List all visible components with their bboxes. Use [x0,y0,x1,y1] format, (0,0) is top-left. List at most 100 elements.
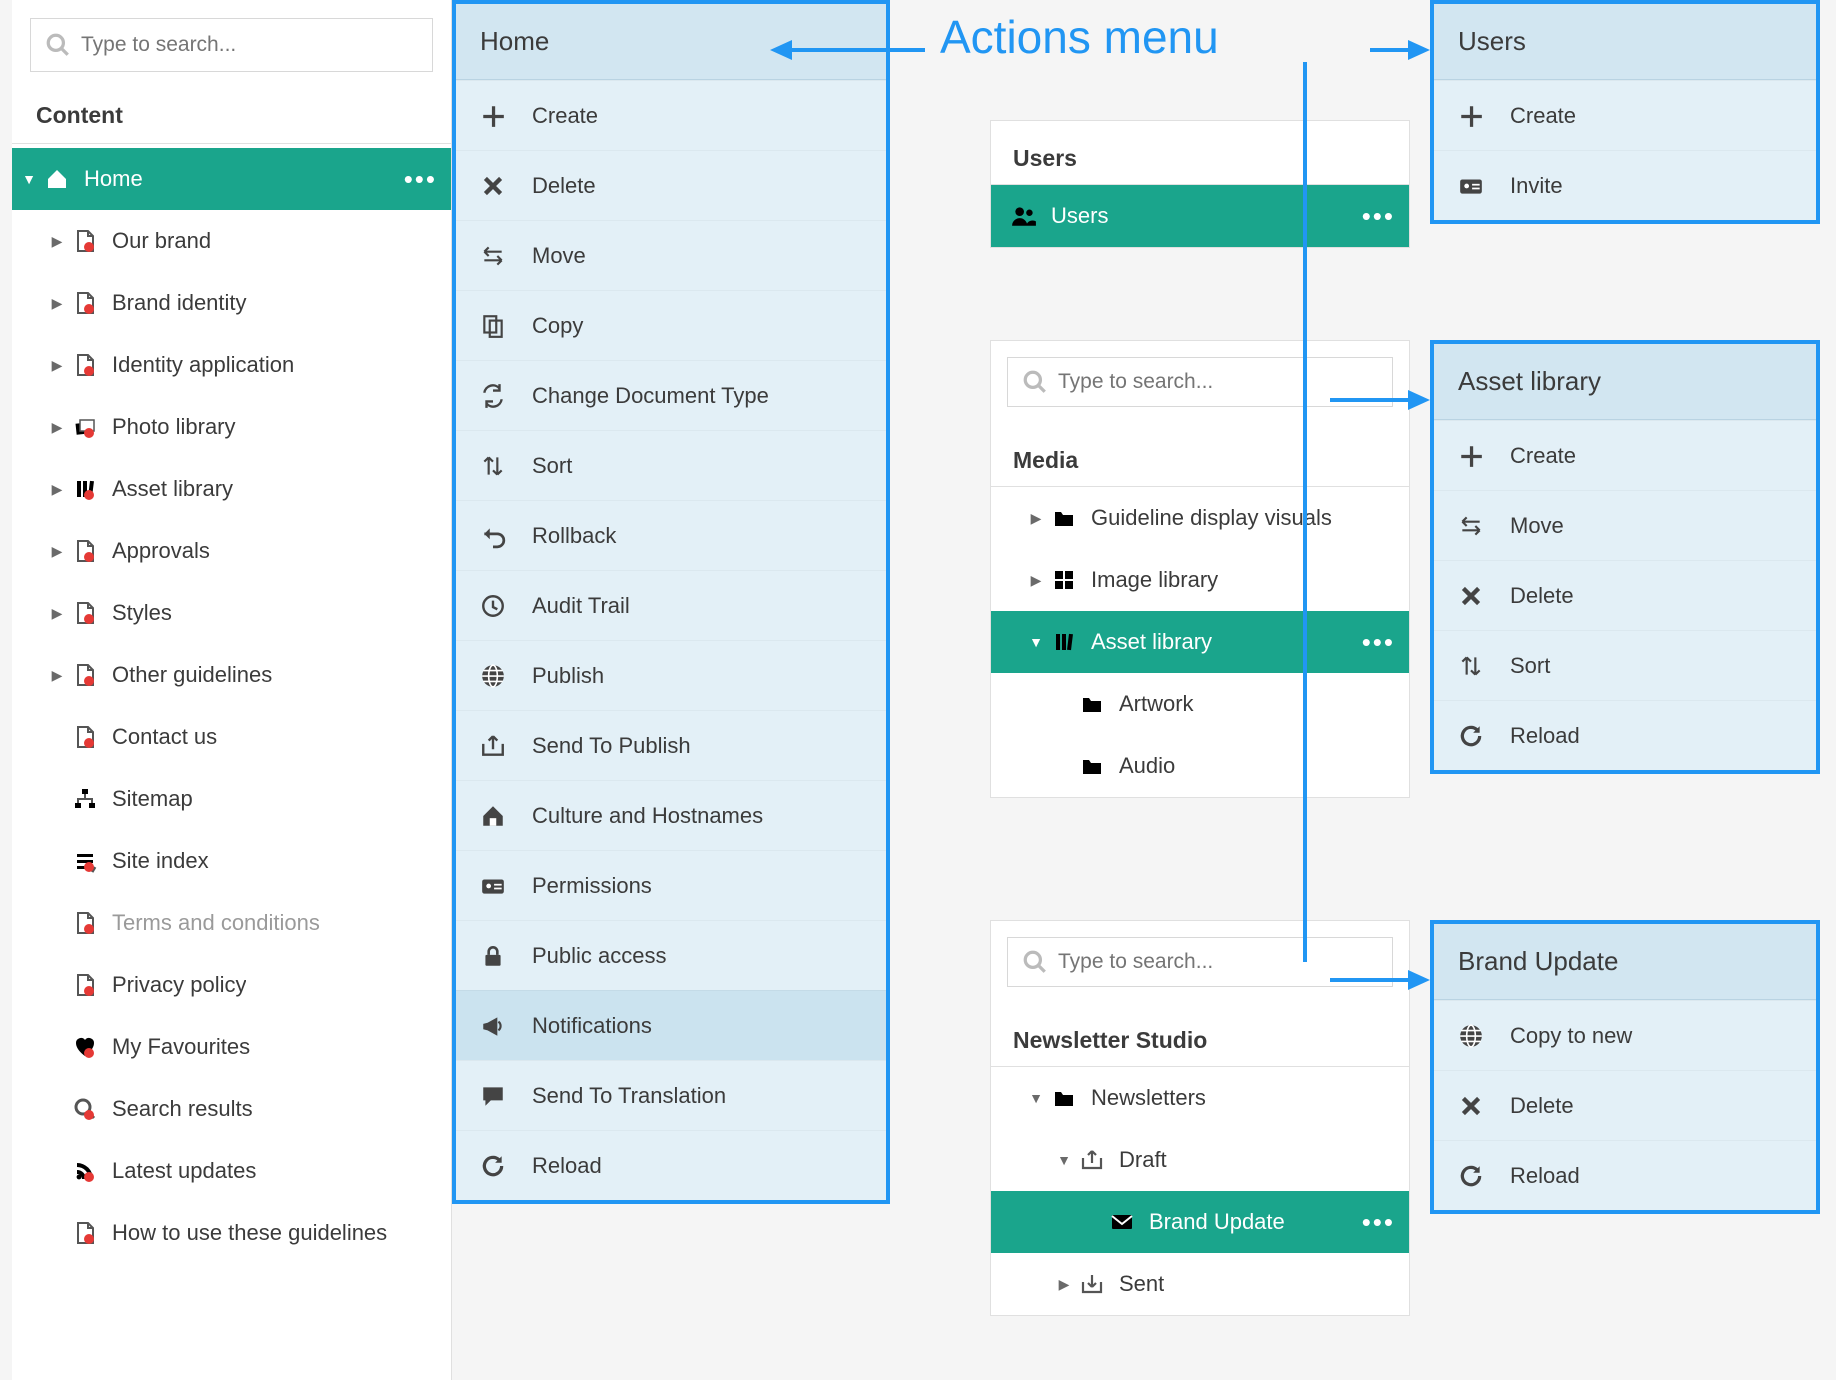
menu-item-reload[interactable]: Reload [1434,1140,1816,1210]
tree-label: Styles [112,600,172,626]
menu-item-send-to-publish[interactable]: Send To Publish [456,710,886,780]
search-icon [70,1097,100,1121]
folder-icon [1077,692,1107,716]
tree-item[interactable]: Search results [12,1078,451,1140]
caret-icon: ▶ [1051,1276,1077,1293]
tree-item[interactable]: ▶Identity application [12,334,451,396]
menu-item-label: Send To Publish [532,733,691,759]
arrow-connector [1275,62,1335,982]
tree-label: Users [1051,203,1108,229]
menu-item-copy-to-new[interactable]: Copy to new [1434,1000,1816,1070]
tree-item[interactable]: ▶Sent [991,1253,1409,1315]
tree-home[interactable]: ▼ Home ••• [12,148,451,210]
menu-item-label: Public access [532,943,667,969]
menu-item-reload[interactable]: Reload [456,1130,886,1200]
idcard-icon [480,873,506,899]
menu-item-culture-and-hostnames[interactable]: Culture and Hostnames [456,780,886,850]
actions-dots[interactable]: ••• [404,164,437,195]
tree-item[interactable]: Contact us [12,706,451,768]
megaphone-icon [480,1013,506,1039]
actions-dots[interactable]: ••• [1362,1207,1395,1238]
house-icon [480,803,506,829]
tree-item[interactable]: ▶Styles [12,582,451,644]
clock-icon [480,593,506,619]
actions-menu-users: Users CreateInvite [1430,0,1820,224]
menu-item-notifications[interactable]: Notifications [456,990,886,1060]
menu-item-create[interactable]: Create [456,80,886,150]
menu-item-rollback[interactable]: Rollback [456,500,886,570]
tree-label: Approvals [112,538,210,564]
actions-dots[interactable]: ••• [1362,201,1395,232]
tree-item[interactable]: ▶Photo library [12,396,451,458]
menu-item-delete[interactable]: Delete [456,150,886,220]
menu-item-label: Create [532,103,598,129]
menu-item-invite[interactable]: Invite [1434,150,1816,220]
users-icon [1009,203,1039,229]
menu-item-label: Rollback [532,523,616,549]
arrow-right-asset [1330,380,1430,420]
tree-item[interactable]: My Favourites [12,1016,451,1078]
tree-item[interactable]: ▶Approvals [12,520,451,582]
tree-label: How to use these guidelines [112,1220,387,1246]
tree-item[interactable]: ▶Image library [991,549,1409,611]
x-icon [480,173,506,199]
tree-label: Photo library [112,414,236,440]
caret-icon: ▶ [1023,572,1049,589]
arrow-right-users [1370,30,1430,70]
menu-item-label: Copy [532,313,583,339]
menu-item-public-access[interactable]: Public access [456,920,886,990]
menu-item-move[interactable]: Move [456,220,886,290]
menu-item-reload[interactable]: Reload [1434,700,1816,770]
tree-item[interactable]: ▼Newsletters [991,1067,1409,1129]
tree-item[interactable]: Artwork [991,673,1409,735]
menu-item-permissions[interactable]: Permissions [456,850,886,920]
menu-item-create[interactable]: Create [1434,80,1816,150]
menu-item-publish[interactable]: Publish [456,640,886,710]
caret-icon: ▼ [1051,1152,1077,1168]
tree-item[interactable]: Privacy policy [12,954,451,1016]
tree-item[interactable]: Sitemap [12,768,451,830]
tree-label: Identity application [112,352,294,378]
doc-icon [70,911,100,935]
menu-item-copy[interactable]: Copy [456,290,886,360]
tree-label: Sitemap [112,786,193,812]
menu-item-create[interactable]: Create [1434,420,1816,490]
menu-item-send-to-translation[interactable]: Send To Translation [456,1060,886,1130]
menu-item-sort[interactable]: Sort [1434,630,1816,700]
search-input[interactable] [79,32,418,58]
menu-item-sort[interactable]: Sort [456,430,886,500]
tree-label: Search results [112,1096,253,1122]
tree-item[interactable]: ▶Asset library [12,458,451,520]
tree-item[interactable]: ▶Guideline display visuals [991,487,1409,549]
globe-icon [480,663,506,689]
tree-users[interactable]: Users ••• [991,185,1409,247]
tree-item[interactable]: How to use these guidelines [12,1202,451,1264]
tree-label: Home [84,166,143,192]
menu-item-move[interactable]: Move [1434,490,1816,560]
menu-item-delete[interactable]: Delete [1434,560,1816,630]
tree-item[interactable]: ▶Other guidelines [12,644,451,706]
content-search[interactable] [30,18,433,72]
gallery-icon [1049,568,1079,592]
menu-item-change-document-type[interactable]: Change Document Type [456,360,886,430]
actions-dots[interactable]: ••• [1362,627,1395,658]
menu-item-delete[interactable]: Delete [1434,1070,1816,1140]
actions-menu-brand: Brand Update Copy to newDeleteReload [1430,920,1820,1214]
tree-item[interactable]: Terms and conditions [12,892,451,954]
tree-item[interactable]: Audio [991,735,1409,797]
tree-item[interactable]: Site index [12,830,451,892]
tree-item[interactable]: ▶Brand identity [12,272,451,334]
menu-item-label: Sort [1510,653,1550,679]
copy-icon [480,313,506,339]
tree-label: Newsletters [1091,1085,1206,1111]
tree-item[interactable]: ▼Draft [991,1129,1409,1191]
menu-item-audit-trail[interactable]: Audit Trail [456,570,886,640]
doc-icon [70,601,100,625]
doc-icon [70,291,100,315]
outbox-icon [1077,1148,1107,1172]
tree-item[interactable]: Brand Update••• [991,1191,1409,1253]
content-panel: Content ▼ Home ••• ▶Our brand▶Brand iden… [12,0,452,1380]
tree-item[interactable]: ▼Asset library••• [991,611,1409,673]
tree-item[interactable]: Latest updates [12,1140,451,1202]
tree-item[interactable]: ▶Our brand [12,210,451,272]
